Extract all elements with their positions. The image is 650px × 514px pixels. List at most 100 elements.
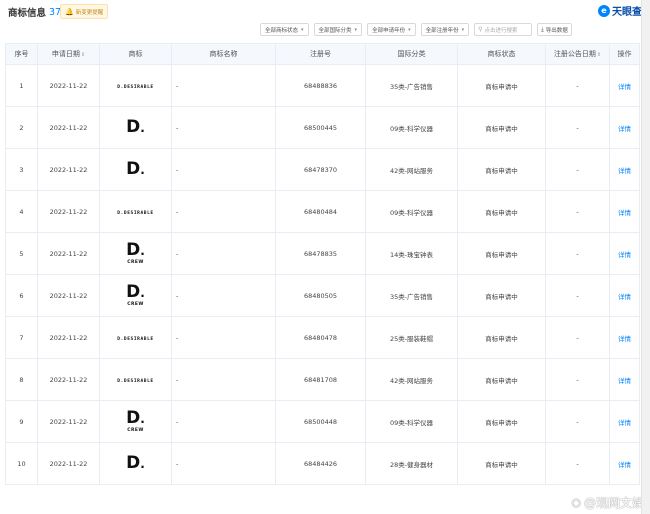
chevron-down-icon: ▾ — [461, 26, 465, 33]
cell-logo: ˋ D. — [99, 106, 172, 149]
cell-pub: - — [545, 442, 610, 485]
filter-apply-year-dropdown[interactable]: 全部申请年份 ▾ — [367, 23, 416, 36]
cell-name: - — [171, 400, 276, 443]
detail-link[interactable]: 详情 — [609, 190, 640, 233]
cell-pub: - — [545, 190, 610, 233]
weibo-watermark: ◉ @观网文娱 — [571, 494, 644, 511]
cell-name: - — [171, 358, 276, 401]
cell-reg: 68484426 — [275, 442, 366, 485]
cell-status: 商标申请中 — [457, 358, 546, 401]
cell-date: 2022-11-22 — [37, 148, 100, 191]
cell-reg: 68480484 — [275, 190, 366, 233]
trademark-table: 序号 申请日期⇕ 商标 商标名称 注册号 国际分类 商标状态 注册公告日期⇕ 操… — [5, 43, 640, 485]
trademark-logo[interactable]: ˋ D. — [126, 118, 145, 137]
trademark-logo[interactable]: D.DESIRABLE — [117, 82, 153, 90]
cell-reg: 68500448 — [275, 400, 366, 443]
cell-seq: 2 — [5, 106, 38, 149]
col-pub[interactable]: 注册公告日期⇕ — [545, 43, 610, 65]
cell-date: 2022-11-22 — [37, 106, 100, 149]
detail-link[interactable]: 详情 — [609, 442, 640, 485]
sort-icon: ⇕ — [80, 52, 86, 58]
trademark-logo[interactable]: ˋ D. CREW — [126, 242, 145, 266]
cell-date: 2022-11-22 — [37, 316, 100, 359]
section-header: 商标信息 37 — [8, 4, 61, 20]
trademark-logo[interactable]: D.DESIRABLE — [117, 376, 153, 384]
cell-name: - — [171, 148, 276, 191]
cell-pub: - — [545, 358, 610, 401]
table-row: 6 2022-11-22 ˋ D. CREW -68480505 35类-广告销售 商标申请中… — [5, 274, 640, 317]
d-mark-icon: ˋ D. — [126, 452, 145, 473]
trademark-logo[interactable]: D.DESIRABLE — [117, 208, 153, 216]
cell-status: 商标申请中 — [457, 232, 546, 275]
cell-date: 2022-11-22 — [37, 64, 100, 107]
col-logo: 商标 — [99, 43, 172, 65]
detail-link[interactable]: 详情 — [609, 232, 640, 275]
chevron-down-icon: ▾ — [408, 26, 411, 33]
detail-link[interactable]: 详情 — [609, 400, 640, 443]
cell-pub: - — [545, 232, 610, 275]
cell-status: 商标申请中 — [457, 442, 546, 485]
detail-link[interactable]: 详情 — [609, 358, 640, 401]
col-date[interactable]: 申请日期⇕ — [37, 43, 100, 65]
cell-status: 商标申请中 — [457, 64, 546, 107]
detail-link[interactable]: 详情 — [609, 106, 640, 149]
cell-logo: D.DESIRABLE — [99, 190, 172, 233]
col-class: 国际分类 — [365, 43, 458, 65]
cell-status: 商标申请中 — [457, 190, 546, 233]
filter-label: 全部注册年份 — [425, 27, 459, 34]
cell-status: 商标申请中 — [457, 106, 546, 149]
cell-seq: 9 — [5, 400, 38, 443]
trademark-logo[interactable]: ˋ D. — [126, 160, 145, 179]
cell-date: 2022-11-22 — [37, 274, 100, 317]
cell-pub: - — [545, 316, 610, 359]
table-row: 3 2022-11-22 ˋ D. -68478370 42类-网站服务 商标申请中 - 详情 — [5, 148, 640, 191]
cell-reg: 68478370 — [275, 148, 366, 191]
table-header-row: 序号 申请日期⇕ 商标 商标名称 注册号 国际分类 商标状态 注册公告日期⇕ 操… — [5, 43, 640, 65]
search-input[interactable]: ⚲ 点击进行搜索 — [474, 23, 533, 36]
cell-name: - — [171, 316, 276, 359]
trademark-logo[interactable]: ˋ D. CREW — [126, 282, 145, 308]
cell-class: 35类-广告销售 — [365, 64, 458, 107]
cell-reg: 68481708 — [275, 358, 366, 401]
table-row: 7 2022-11-22 D.DESIRABLE -68480478 25类-服装鞋帽商… — [5, 316, 640, 359]
filter-reg-year-dropdown[interactable]: 全部注册年份 ▾ — [420, 23, 470, 36]
cell-class: 42类-网站服务 — [365, 148, 458, 191]
d-mark-icon: ˋ D. — [126, 282, 145, 302]
change-alert-button[interactable]: 🔔 新变更提醒 — [60, 4, 109, 19]
cell-seq: 4 — [5, 190, 38, 233]
watermark-text: @观网文娱 — [583, 496, 644, 510]
cell-reg: 68480478 — [275, 316, 366, 359]
search-placeholder: 点击进行搜索 — [484, 27, 518, 34]
export-button[interactable]: ⤓ 导出数据 — [537, 23, 572, 36]
filter-label: 全部申请年份 — [372, 27, 406, 34]
cell-reg: 68488836 — [275, 64, 366, 107]
cell-seq: 8 — [5, 358, 38, 401]
detail-link[interactable]: 详情 — [609, 274, 640, 317]
col-reg: 注册号 — [275, 43, 366, 65]
brand-logo[interactable]: e 天眼查 — [598, 3, 642, 18]
filter-class-dropdown[interactable]: 全部国际分类 ▾ — [313, 23, 363, 36]
trademark-logo[interactable]: D.DESIRABLE — [117, 334, 153, 342]
filter-label: 全部商标状态 — [265, 27, 299, 34]
search-icon: ⚲ — [478, 26, 483, 33]
detail-link[interactable]: 详情 — [609, 316, 640, 359]
cell-class: 09类-科学仪器 — [365, 106, 458, 149]
table-row: 10 2022-11-22 ˋ D. -68484426 28类-健身器材 商标申请中 - 详情 — [5, 442, 640, 485]
cell-class: 25类-服装鞋帽 — [365, 316, 458, 359]
table-row: 9 2022-11-22 ˋ D. CREW -68500448 09类-科学仪器 商标申请中… — [5, 400, 640, 443]
detail-link[interactable]: 详情 — [609, 64, 640, 107]
page-scrollbar[interactable] — [641, 0, 650, 514]
trademark-logo-text: D.DESIRABLE — [117, 210, 154, 216]
cell-class: 35类-广告销售 — [365, 274, 458, 317]
detail-link[interactable]: 详情 — [609, 148, 640, 191]
cell-status: 商标申请中 — [457, 400, 546, 443]
brand-name: 天眼查 — [612, 7, 642, 18]
trademark-logo[interactable]: ˋ D. — [126, 452, 145, 473]
chevron-down-icon: ▾ — [354, 26, 358, 33]
filter-status-dropdown[interactable]: 全部商标状态 ▾ — [260, 23, 309, 36]
trademark-logo[interactable]: ˋ D. CREW — [126, 410, 145, 434]
export-label: 导出数据 — [545, 27, 568, 34]
trademark-logo-text: CREW — [127, 260, 144, 265]
cell-date: 2022-11-22 — [37, 400, 100, 443]
col-seq: 序号 — [5, 43, 38, 65]
